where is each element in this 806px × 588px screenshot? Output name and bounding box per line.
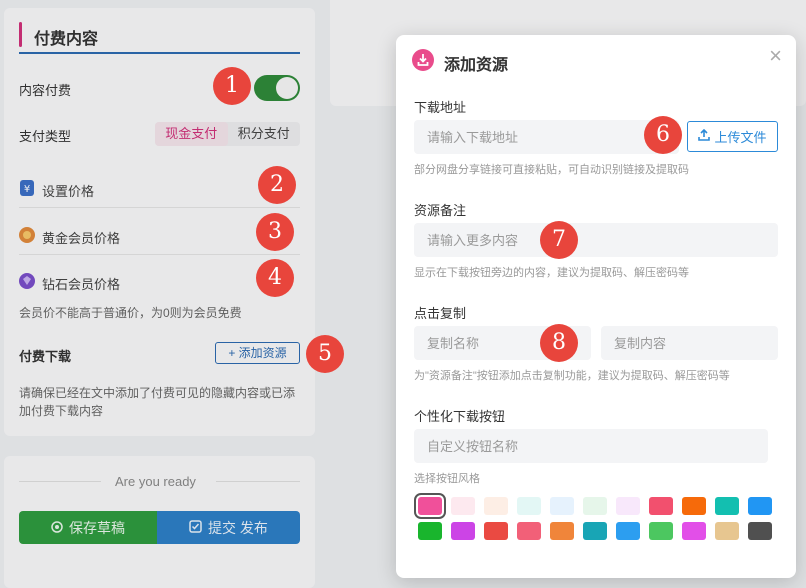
note-label: 资源备注 xyxy=(414,203,467,218)
button-style-swatch[interactable] xyxy=(414,493,446,519)
dialog-title: 添加资源 xyxy=(444,57,509,74)
marker-1: 1 xyxy=(213,67,251,105)
marker-4: 4 xyxy=(256,259,294,297)
button-style-swatch[interactable] xyxy=(418,522,442,540)
button-style-swatch[interactable] xyxy=(748,522,772,540)
download-icon xyxy=(412,49,434,71)
download-url-label: 下载地址 xyxy=(414,100,467,115)
button-style-swatch[interactable] xyxy=(682,522,706,540)
custom-button-label: 个性化下载按钮 xyxy=(414,409,506,424)
copy-label: 点击复制 xyxy=(414,306,467,321)
button-style-swatch[interactable] xyxy=(517,522,541,540)
button-style-swatch[interactable] xyxy=(649,497,673,515)
button-style-swatch[interactable] xyxy=(715,497,739,515)
custom-button-input[interactable] xyxy=(414,429,768,463)
button-style-swatch[interactable] xyxy=(484,522,508,540)
button-style-swatch[interactable] xyxy=(583,522,607,540)
button-style-swatch[interactable] xyxy=(550,497,574,515)
add-resource-dialog: 添加资源 × 下载地址 上传文件 部分网盘分享链接可直接粘贴，可自动识别链接及提… xyxy=(396,35,796,578)
button-style-swatch[interactable] xyxy=(583,497,607,515)
button-style-swatch[interactable] xyxy=(451,522,475,540)
button-style-swatch[interactable] xyxy=(616,522,640,540)
button-style-swatch[interactable] xyxy=(748,497,772,515)
marker-7: 7 xyxy=(540,221,578,259)
marker-5: 5 xyxy=(306,335,344,373)
marker-8: 8 xyxy=(540,324,578,362)
note-input[interactable] xyxy=(414,223,778,257)
button-style-swatch[interactable] xyxy=(484,497,508,515)
button-style-swatch[interactable] xyxy=(517,497,541,515)
button-style-swatch[interactable] xyxy=(715,522,739,540)
copy-content-input[interactable] xyxy=(601,326,778,360)
button-style-swatch[interactable] xyxy=(550,522,574,540)
note-hint: 显示在下载按钮旁边的内容，建议为提取码、解压密码等 xyxy=(414,267,689,279)
marker-3: 3 xyxy=(256,213,294,251)
close-icon[interactable]: × xyxy=(769,45,782,67)
download-url-input[interactable] xyxy=(414,120,679,154)
upload-file-button[interactable]: 上传文件 xyxy=(687,121,778,152)
upload-file-label: 上传文件 xyxy=(714,130,767,145)
button-style-swatch[interactable] xyxy=(649,522,673,540)
copy-hint: 为"资源备注"按钮添加点击复制功能，建议为提取码、解压密码等 xyxy=(414,370,730,382)
marker-6: 6 xyxy=(644,116,682,154)
button-style-swatch[interactable] xyxy=(616,497,640,515)
upload-icon xyxy=(698,128,711,144)
download-url-hint: 部分网盘分享链接可直接粘贴，可自动识别链接及提取码 xyxy=(414,164,689,176)
button-style-swatch[interactable] xyxy=(682,497,706,515)
button-style-swatch[interactable] xyxy=(451,497,475,515)
marker-2: 2 xyxy=(258,166,296,204)
button-style-label: 选择按钮风格 xyxy=(414,473,480,485)
